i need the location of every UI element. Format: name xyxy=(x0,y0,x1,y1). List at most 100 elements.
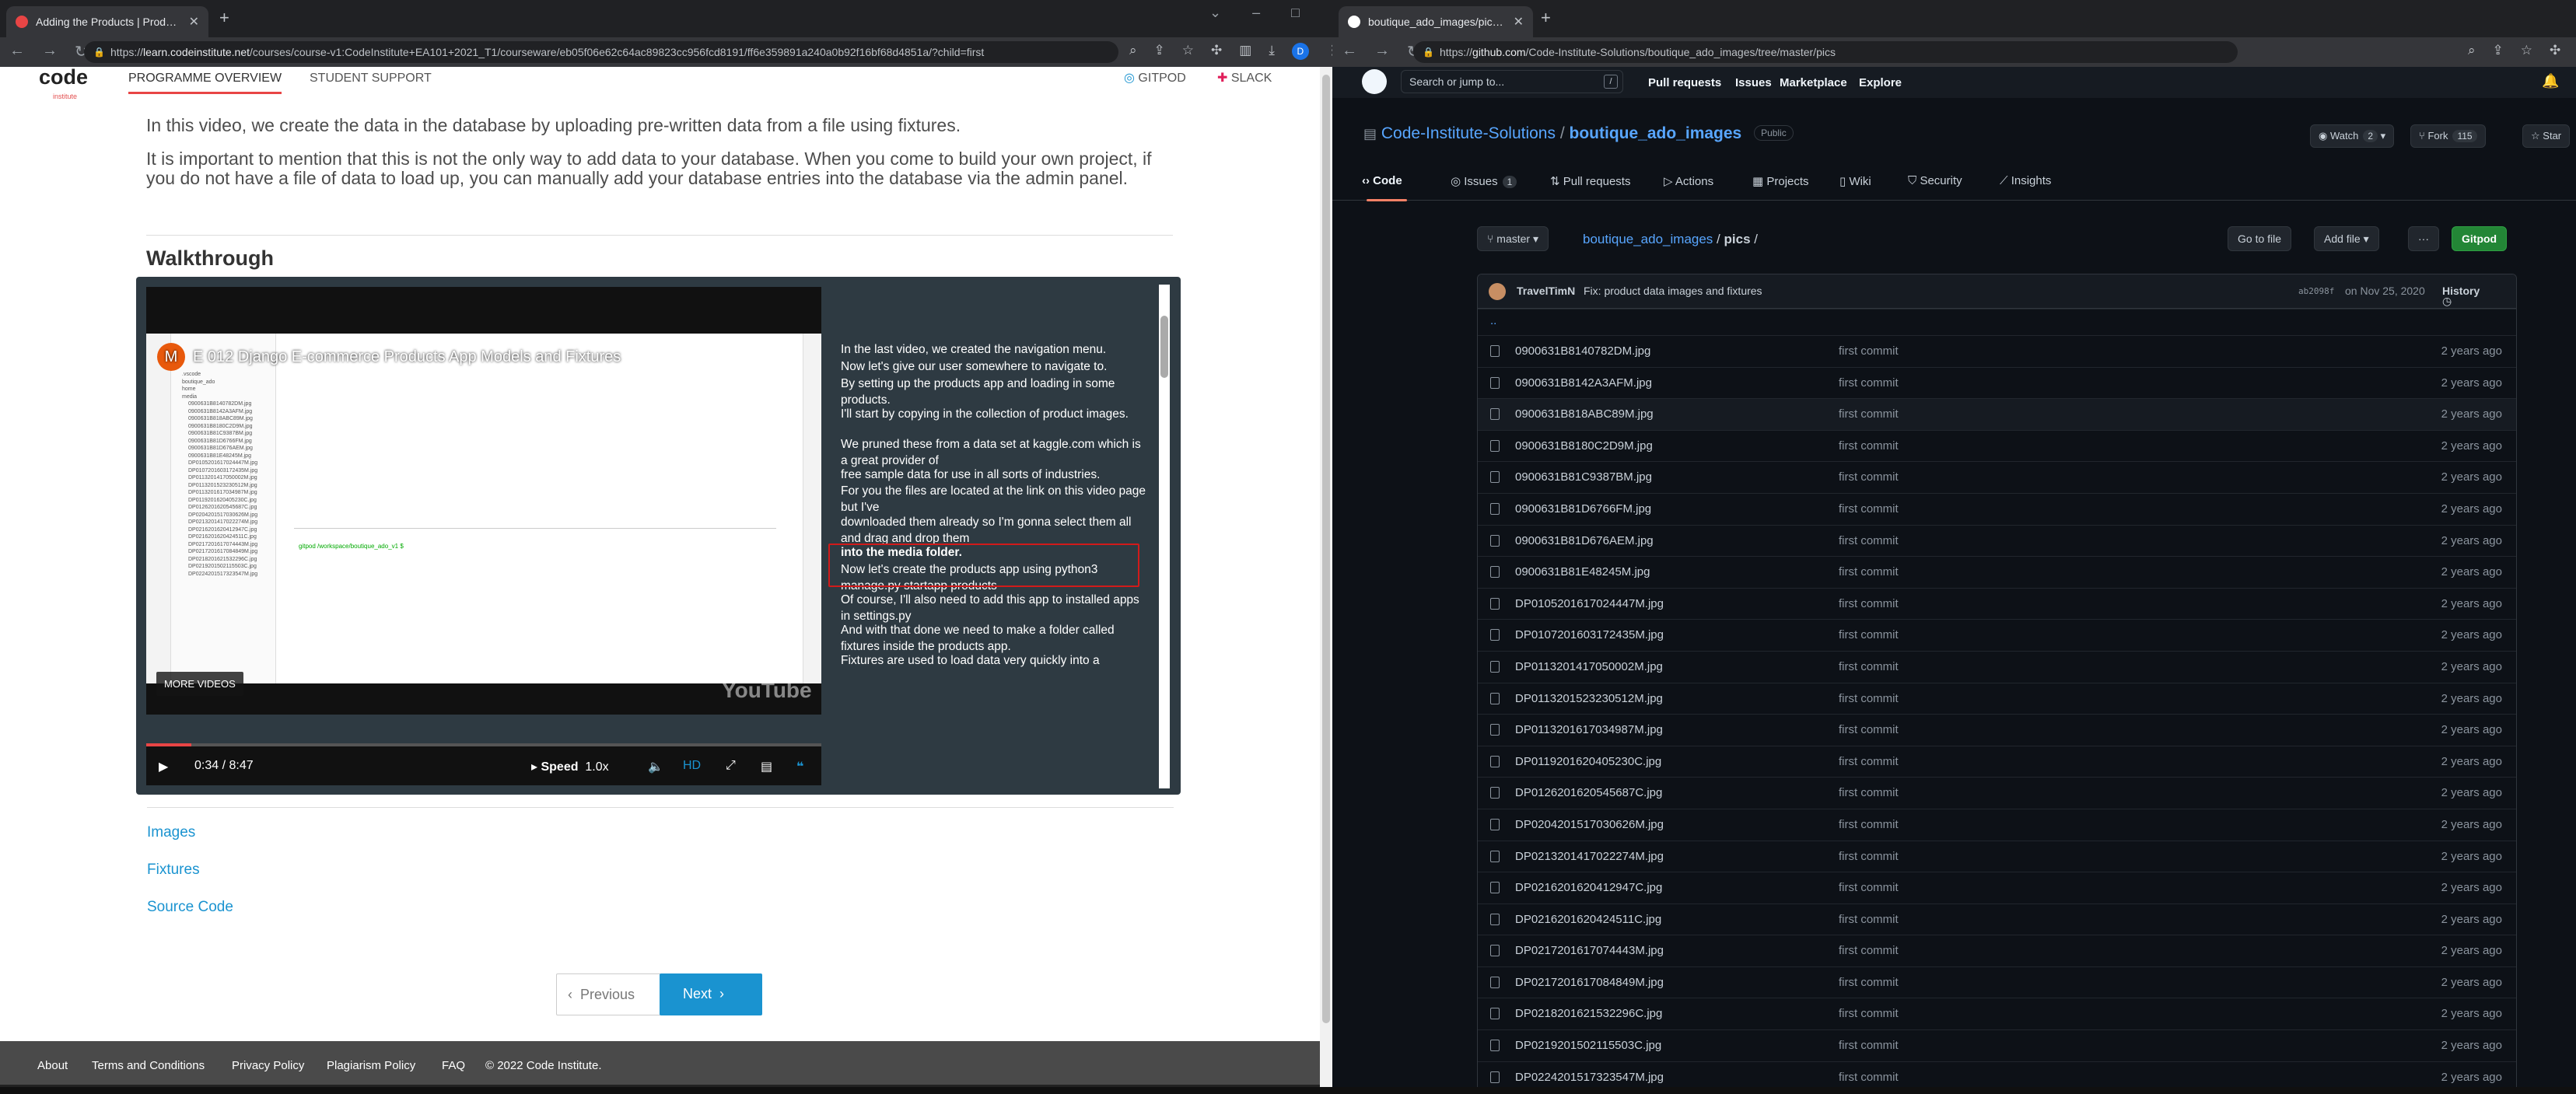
forward-icon[interactable]: → xyxy=(42,42,58,61)
author-avatar[interactable] xyxy=(1489,283,1506,300)
back-icon[interactable]: ← xyxy=(9,42,25,61)
file-commit-message[interactable]: first commit xyxy=(1839,818,1899,831)
file-row[interactable]: DP0204201517030626M.jpg first commit 2 yea… xyxy=(1478,808,2516,841)
file-name[interactable]: DP0204201517030626M.jpg xyxy=(1515,818,1664,831)
page-scrollbar[interactable] xyxy=(1320,67,1332,1094)
transcript-segment[interactable]: Fixtures are used to load data very quic… xyxy=(841,652,1148,669)
search-input[interactable]: Search or jump to... / xyxy=(1401,70,1623,93)
repo-name[interactable]: boutique_ado_images xyxy=(1570,124,1742,142)
transcript-segment[interactable]: Of course, I'll also need to add this ap… xyxy=(841,592,1148,624)
transcript-segment[interactable]: By setting up the products app and loadi… xyxy=(841,376,1148,408)
extensions-icon[interactable]: ✣ xyxy=(2550,43,2560,58)
transcript-segment[interactable]: And with that done we need to make a fol… xyxy=(841,622,1148,655)
download-icon[interactable]: ⤓ xyxy=(1269,43,1275,60)
star-button[interactable]: ☆ Star xyxy=(2522,124,2571,148)
profile-avatar[interactable]: D xyxy=(1291,43,1309,60)
file-row[interactable]: DP0126201620545687C.jpg first commit 2 yea… xyxy=(1478,777,2516,809)
file-commit-message[interactable]: first commit xyxy=(1839,913,1899,926)
share-icon[interactable]: ⇪ xyxy=(2493,43,2504,58)
file-name[interactable]: 0900631B81D6766FM.jpg xyxy=(1515,502,1651,516)
file-name[interactable]: DP0218201621532296C.jpg xyxy=(1515,1007,1662,1020)
file-row[interactable]: 0900631B8180C2D9M.jpg first commit 2 years… xyxy=(1478,429,2516,462)
sidebar-icon[interactable]: ▥ xyxy=(1239,43,1251,60)
file-name[interactable]: DP0126201620545687C.jpg xyxy=(1515,786,1662,799)
next-button[interactable]: Next › xyxy=(660,973,762,1015)
file-row[interactable]: 0900631B81D6766FM.jpg first commit 2 years… xyxy=(1478,492,2516,525)
file-name[interactable]: 0900631B81E48245M.jpg xyxy=(1515,565,1650,578)
file-commit-message[interactable]: first commit xyxy=(1839,439,1899,453)
bell-icon[interactable]: 🔔 xyxy=(2542,73,2559,89)
file-commit-message[interactable]: first commit xyxy=(1839,1071,1899,1084)
link-source-code[interactable]: Source Code xyxy=(147,899,233,916)
close-tab-icon[interactable]: ✕ xyxy=(189,14,199,30)
file-commit-message[interactable]: first commit xyxy=(1839,660,1899,673)
nav-student-support[interactable]: STUDENT SUPPORT xyxy=(310,72,432,86)
share-video-icon[interactable]: ➦ xyxy=(776,337,790,357)
back-icon[interactable]: ← xyxy=(1342,42,1357,61)
file-row[interactable]: 0900631B81E48245M.jpg first commit 2 years… xyxy=(1478,556,2516,588)
file-row[interactable]: 0900631B818ABC89M.jpg first commit 2 years… xyxy=(1478,398,2516,430)
file-name[interactable]: 0900631B8142A3AFM.jpg xyxy=(1515,376,1652,390)
share-icon[interactable]: ⇪ xyxy=(1154,43,1165,60)
branch-select[interactable]: ⑂ master ▾ xyxy=(1477,226,1549,251)
file-commit-message[interactable]: first commit xyxy=(1839,723,1899,736)
close-tab-icon[interactable]: ✕ xyxy=(1514,14,1524,30)
footer-plagiarism[interactable]: Plagiarism Policy xyxy=(327,1059,415,1072)
file-commit-message[interactable]: first commit xyxy=(1839,565,1899,578)
fullscreen-icon[interactable]: ⤢ xyxy=(726,759,736,773)
add-file-button[interactable]: Add file ▾ xyxy=(2314,226,2379,251)
transcript-segment[interactable]: Now let's give our user somewhere to nav… xyxy=(841,358,1148,375)
url-input[interactable]: 🔒 https://github.com/Code-Institute-Solu… xyxy=(1413,41,2238,63)
url-input[interactable]: 🔒 https://learn.codeinstitute.net/course… xyxy=(84,41,1118,63)
more-videos-button[interactable]: MORE VIDEOS xyxy=(156,672,243,696)
footer-faq[interactable]: FAQ xyxy=(442,1059,465,1072)
file-name[interactable]: 0900631B81C9387BM.jpg xyxy=(1515,470,1652,484)
tab-code-institute[interactable]: Adding the Products | Products Q... ✕ xyxy=(6,6,208,37)
nav-explore[interactable]: Explore xyxy=(1859,76,1902,89)
new-tab-icon[interactable]: + xyxy=(1541,8,1551,28)
nav-programme-overview[interactable]: PROGRAMME OVERVIEW xyxy=(128,72,282,94)
file-name[interactable]: 0900631B8140782DM.jpg xyxy=(1515,344,1650,358)
file-name[interactable]: DP0213201417022274M.jpg xyxy=(1515,850,1664,863)
file-commit-message[interactable]: first commit xyxy=(1839,376,1899,390)
code-institute-logo[interactable]: code institute xyxy=(39,67,88,101)
file-commit-message[interactable]: first commit xyxy=(1839,470,1899,484)
minimize-icon[interactable]: – xyxy=(1252,5,1260,21)
github-logo-icon[interactable] xyxy=(1362,69,1387,94)
repo-owner[interactable]: Code-Institute-Solutions xyxy=(1381,124,1556,142)
video-title[interactable]: M E 012 Django E-commerce Products App Mo… xyxy=(157,343,621,371)
volume-icon[interactable]: 🔈 xyxy=(648,759,663,774)
slack-link[interactable]: ✚ SLACK xyxy=(1217,70,1272,86)
commit-message[interactable]: Fix: product data images and fixtures xyxy=(1584,285,1762,297)
zoom-icon[interactable]: ⌕ xyxy=(2468,43,2476,58)
file-name[interactable]: DP0113201523230512M.jpg xyxy=(1515,692,1663,705)
previous-button[interactable]: ‹ Previous xyxy=(556,973,661,1015)
menu-icon[interactable]: ⋮ xyxy=(1326,43,1332,60)
file-name[interactable]: 0900631B818ABC89M.jpg xyxy=(1515,407,1654,421)
file-commit-message[interactable]: first commit xyxy=(1839,1007,1899,1020)
file-row[interactable]: DP0217201617084849M.jpg first commit 2 yea… xyxy=(1478,966,2516,998)
file-row[interactable]: DP0113201617034987M.jpg first commit 2 yea… xyxy=(1478,714,2516,746)
tab-security[interactable]: ⛉ Security xyxy=(1908,174,1962,187)
file-row[interactable]: 0900631B8140782DM.jpg first commit 2 years… xyxy=(1478,335,2516,367)
file-row[interactable]: DP0219201502115503C.jpg first commit 2 yea… xyxy=(1478,1029,2516,1061)
footer-privacy[interactable]: Privacy Policy xyxy=(232,1059,304,1072)
nav-pull-requests[interactable]: Pull requests xyxy=(1648,76,1721,89)
tab-insights[interactable]: ⟋ Insights xyxy=(2000,174,2051,187)
transcript-segment[interactable]: We pruned these from a data set at kaggl… xyxy=(841,436,1148,469)
file-row[interactable]: DP0218201621532296C.jpg first commit 2 yea… xyxy=(1478,998,2516,1029)
file-commit-message[interactable]: first commit xyxy=(1839,786,1899,799)
fork-button[interactable]: ⑂ Fork 115 xyxy=(2410,124,2486,148)
extensions-icon[interactable]: ✣ xyxy=(1211,43,1222,60)
tab-actions[interactable]: ▷ Actions xyxy=(1664,174,1713,188)
transcript-segment[interactable]: free sample data for use in all sorts of… xyxy=(841,467,1148,483)
tab-github[interactable]: boutique_ado_images/pics at m... ✕ xyxy=(1339,6,1533,37)
file-commit-message[interactable]: first commit xyxy=(1839,692,1899,705)
file-commit-message[interactable]: first commit xyxy=(1839,1039,1899,1052)
footer-terms[interactable]: Terms and Conditions xyxy=(92,1059,205,1072)
transcript-segment[interactable]: I'll start by copying in the collection … xyxy=(841,406,1148,422)
file-row[interactable]: DP0213201417022274M.jpg first commit 2 yea… xyxy=(1478,840,2516,872)
file-row[interactable]: DP0216201620412947C.jpg first commit 2 yea… xyxy=(1478,872,2516,904)
zoom-icon[interactable]: ⌕ xyxy=(1129,43,1137,60)
file-commit-message[interactable]: first commit xyxy=(1839,597,1899,610)
